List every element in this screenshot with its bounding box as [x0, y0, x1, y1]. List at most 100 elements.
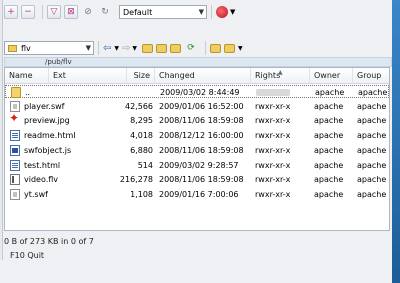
folder-icon — [8, 44, 17, 52]
bookmark-icon[interactable] — [210, 43, 222, 53]
file-group: apache — [358, 88, 388, 97]
file-changed: 2008/12/12 16:00:00 — [159, 131, 244, 141]
parent-folder-icon — [11, 87, 21, 98]
column-header-name[interactable]: Name — [5, 68, 49, 84]
table-row[interactable]: preview.jpg8,2952008/11/06 18:59:08rwxr-… — [5, 112, 389, 127]
file-changed: 2009/01/16 7:00:06 — [159, 189, 239, 199]
file-size: 216,278 — [119, 175, 153, 185]
plus-icon[interactable]: + — [4, 5, 18, 19]
column-header-owner[interactable]: Owner — [310, 68, 353, 84]
html-file-icon — [10, 130, 20, 142]
file-changed: 2008/11/06 18:59:08 — [159, 145, 244, 155]
quit-key[interactable]: F10 Quit — [10, 251, 44, 260]
home-icon[interactable] — [170, 43, 182, 53]
column-header-changed[interactable]: Changed — [155, 68, 251, 84]
file-group: apache — [357, 101, 387, 111]
file-rights: rwxr-xr-x — [255, 131, 291, 141]
swf-file-icon — [10, 100, 20, 112]
file-size: 6,880 — [130, 145, 153, 155]
chevron-down-icon[interactable]: ▼ — [238, 45, 243, 52]
clear-icon[interactable]: ⊘ — [81, 5, 95, 19]
file-rights: rwxr-xr-x — [255, 101, 291, 111]
jpg-file-icon — [9, 112, 20, 126]
file-changed: 2008/11/06 18:59:08 — [159, 116, 244, 126]
chevron-down-icon[interactable]: ▼ — [230, 8, 235, 16]
desktop-background — [392, 0, 400, 283]
toolbar-navigation: flv ▼ ⇦ ▼ ⇨ ▼ ⟳ ▼ — [4, 38, 392, 58]
file-size: 514 — [137, 160, 153, 170]
redacted-rights — [256, 89, 290, 96]
table-row[interactable]: player.swf 42,566 2009/01/06 16:52:00 rwxr-… — [5, 100, 389, 113]
file-owner: apache — [314, 101, 344, 111]
status-text: 0 B of 273 KB in 0 of 7 — [4, 237, 94, 246]
file-changed: 2009/03/02 8:44:49 — [160, 88, 240, 97]
path-bar[interactable]: /pub/flv — [4, 57, 392, 67]
parent-dir-icon[interactable] — [142, 43, 154, 53]
column-header-size[interactable]: Size — [127, 68, 155, 84]
file-list-panel[interactable]: Name Ext Size Changed Rights ▲ Owner Gro… — [4, 67, 390, 231]
file-changed: 2008/11/06 18:59:08 — [159, 175, 244, 185]
file-group: apache — [357, 160, 387, 170]
profile-select-value: Default — [123, 7, 153, 17]
quit-key-label: Quit — [27, 251, 45, 260]
file-size: 8,295 — [130, 116, 153, 126]
table-row[interactable]: .. 2009/03/02 8:44:49 apache apache — [5, 85, 389, 98]
refresh-icon[interactable]: ↻ — [98, 5, 112, 19]
table-row[interactable]: video.flv 216,278 2008/11/06 18:59:08 rwxr-… — [5, 173, 389, 186]
swf-file-icon — [10, 188, 20, 200]
chevron-down-icon: ▼ — [85, 44, 91, 52]
file-rights: rwxr-xr-x — [255, 175, 291, 185]
file-group: apache — [357, 189, 387, 199]
refresh-icon[interactable]: ⟳ — [184, 41, 198, 55]
column-header-ext[interactable]: Ext — [49, 68, 127, 84]
function-key-bar: F10 Quit — [0, 250, 392, 262]
sort-ascending-icon: ▲ — [278, 69, 283, 76]
file-group: apache — [357, 116, 387, 126]
file-rights: rwxr-xr-x — [255, 160, 291, 170]
forward-icon[interactable]: ⇨ — [122, 43, 130, 54]
table-row[interactable]: test.html 514 2009/03/02 9:28:57 rwxr-xr-x a… — [5, 159, 389, 172]
profile-select[interactable]: Default ▼ — [119, 5, 207, 19]
table-row[interactable]: yt.swf 1,108 2009/01/16 7:00:06 rwxr-xr-x ap… — [5, 188, 389, 201]
status-bar: 0 B of 273 KB in 0 of 7 — [4, 236, 390, 248]
table-row[interactable]: readme.html 4,018 2008/12/12 16:00:00 rwxr-… — [5, 129, 389, 142]
file-owner: apache — [315, 88, 345, 97]
chevron-down-icon[interactable]: ▼ — [132, 45, 137, 52]
file-size: 42,566 — [125, 101, 153, 111]
file-rights: rwxr-xr-x — [255, 145, 291, 155]
file-rights — [256, 86, 312, 99]
filter-icon[interactable]: ▽ — [47, 5, 61, 19]
file-rights: rwxr-xr-x — [255, 116, 291, 126]
column-header-row: Name Ext Size Changed Rights ▲ Owner Gro… — [5, 68, 389, 84]
toolbar-separator — [98, 41, 99, 55]
folder-select[interactable]: flv ▼ — [4, 41, 94, 55]
folder-select-value: flv — [21, 43, 31, 53]
file-owner: apache — [314, 116, 344, 126]
chevron-down-icon[interactable]: ▼ — [114, 45, 119, 52]
root-dir-icon[interactable] — [156, 43, 168, 53]
file-owner: apache — [314, 160, 344, 170]
column-header-group[interactable]: Group — [353, 68, 389, 84]
toolbar-separator — [205, 41, 207, 55]
file-owner: apache — [314, 145, 344, 155]
file-owner: apache — [314, 175, 344, 185]
file-group: apache — [357, 175, 387, 185]
file-group: apache — [357, 131, 387, 141]
table-row[interactable]: swfobject.js 6,880 2008/11/06 18:59:08 rwxr… — [5, 144, 389, 157]
minus-icon[interactable]: − — [21, 5, 35, 19]
file-owner: apache — [314, 131, 344, 141]
js-file-icon — [10, 144, 20, 156]
window-left-edge — [0, 0, 3, 260]
file-group: apache — [357, 145, 387, 155]
quit-key-code: F10 — [10, 251, 25, 260]
file-rights: rwxr-xr-x — [255, 189, 291, 199]
flv-file-icon — [10, 174, 20, 186]
app-menu-icon[interactable] — [216, 6, 228, 18]
favorites-icon[interactable] — [224, 43, 236, 53]
toolbar-separator — [42, 5, 43, 19]
file-size: 4,018 — [130, 131, 153, 141]
filter-clear-icon[interactable]: ⊠ — [64, 5, 78, 19]
back-icon[interactable]: ⇦ — [103, 43, 111, 54]
html-file-icon — [10, 159, 20, 171]
file-size: 1,108 — [130, 189, 153, 199]
